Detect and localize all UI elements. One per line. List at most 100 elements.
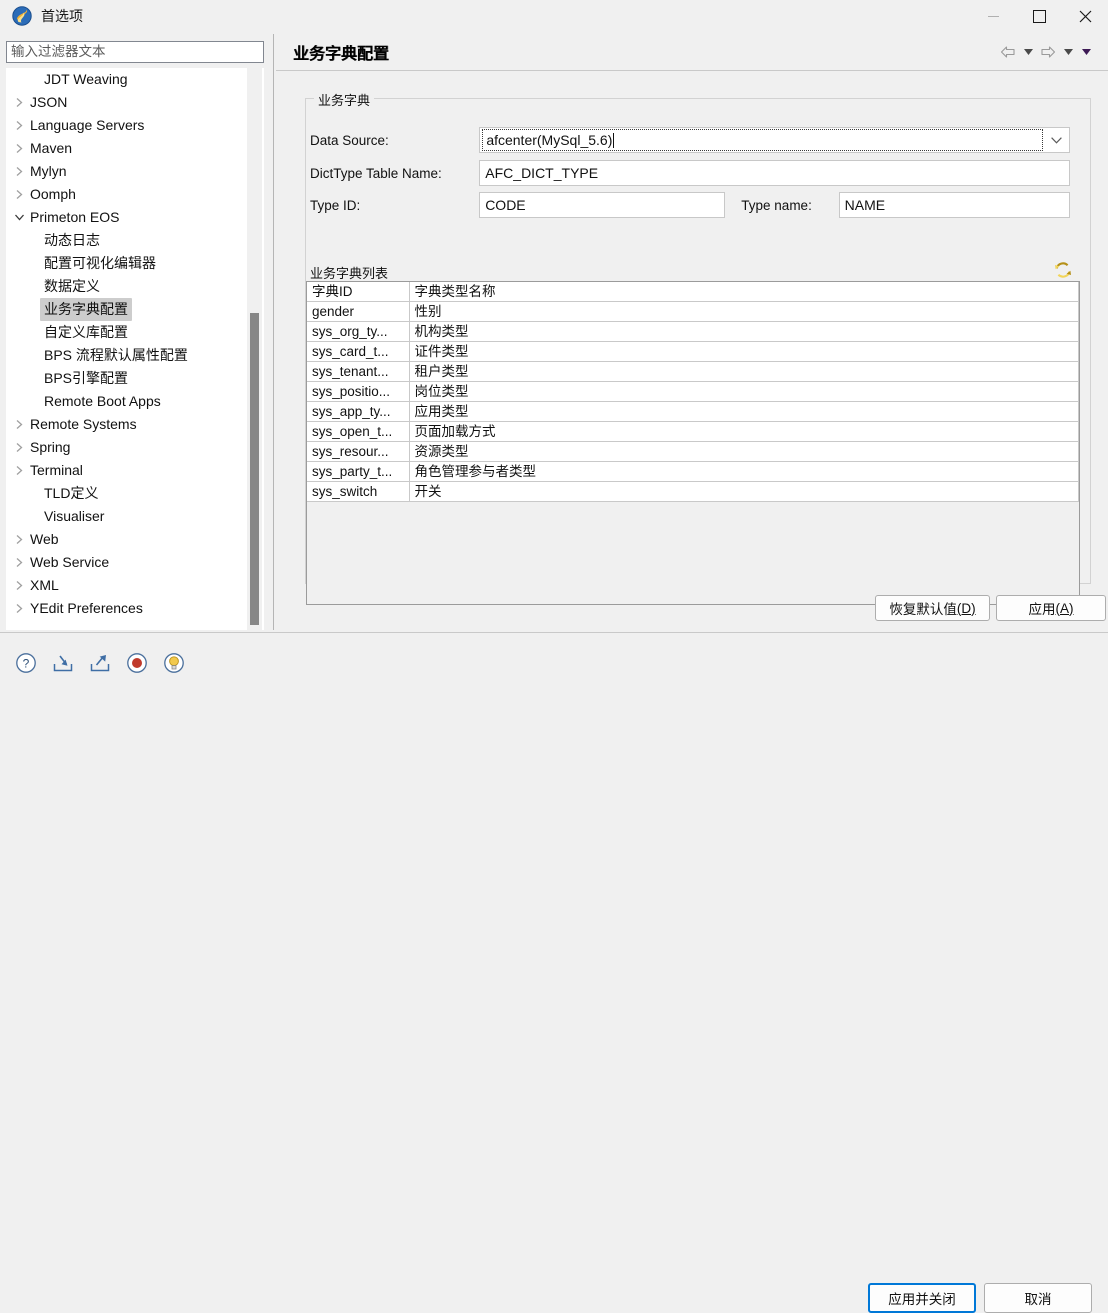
dicttype-table-field[interactable]: AFC_DICT_TYPE xyxy=(479,160,1070,186)
preference-page: 业务字典配置 业务字典 Dat xyxy=(276,34,1108,630)
sidebar-item-label: Language Servers xyxy=(26,116,148,135)
data-source-value[interactable]: afcenter(MySql_5.6) xyxy=(482,129,1043,151)
sidebar-item-label: JDT Weaving xyxy=(40,70,132,89)
record-icon[interactable] xyxy=(125,651,149,675)
chevron-right-icon[interactable] xyxy=(12,114,26,137)
back-history-chevron-down-icon[interactable] xyxy=(1020,41,1036,63)
chevron-right-icon[interactable] xyxy=(12,436,26,459)
table-row[interactable]: sys_app_ty...应用类型 xyxy=(307,402,1079,422)
svg-text:?: ? xyxy=(23,657,30,671)
sidebar-item[interactable]: YEdit Preferences xyxy=(6,597,264,620)
sidebar-item[interactable]: Maven xyxy=(6,137,264,160)
chevron-right-icon[interactable] xyxy=(12,413,26,436)
sidebar-item[interactable]: Oomph xyxy=(6,183,264,206)
sidebar-item[interactable]: BPS引擎配置 xyxy=(6,367,264,390)
sidebar-item[interactable]: BPS 流程默认属性配置 xyxy=(6,344,264,367)
restore-defaults-button[interactable]: 恢复默认值(D) xyxy=(875,595,990,621)
view-menu-chevron-down-icon[interactable] xyxy=(1078,41,1094,63)
table-row[interactable]: sys_switch开关 xyxy=(307,482,1079,502)
sidebar-item[interactable]: XML xyxy=(6,574,264,597)
sidebar-item-label: 配置可视化编辑器 xyxy=(40,252,160,275)
sidebar-item[interactable]: Language Servers xyxy=(6,114,264,137)
sidebar-item[interactable]: 动态日志 xyxy=(6,229,264,252)
chevron-right-icon[interactable] xyxy=(12,459,26,482)
sidebar-item[interactable]: Visualiser xyxy=(6,505,264,528)
table-row[interactable]: sys_card_t...证件类型 xyxy=(307,342,1079,362)
cancel-button[interactable]: 取消 xyxy=(984,1283,1092,1313)
tip-bulb-icon[interactable] xyxy=(162,651,186,675)
sidebar-item[interactable]: Terminal xyxy=(6,459,264,482)
sidebar-item[interactable]: Remote Boot Apps xyxy=(6,390,264,413)
tree-scrollbar-thumb[interactable] xyxy=(250,313,259,625)
forward-history-chevron-down-icon[interactable] xyxy=(1060,41,1076,63)
apply-and-close-button[interactable]: 应用并关闭 xyxy=(868,1283,976,1313)
sidebar-item-label: YEdit Preferences xyxy=(26,599,147,618)
sidebar-item[interactable]: TLD定义 xyxy=(6,482,264,505)
type-name-field[interactable]: NAME xyxy=(839,192,1070,218)
table-column-header[interactable]: 字典类型名称 xyxy=(409,282,1079,302)
sidebar-item[interactable]: JDT Weaving xyxy=(6,68,264,91)
sidebar-item[interactable]: 自定义库配置 xyxy=(6,321,264,344)
dicttype-table-label: DictType Table Name: xyxy=(310,166,479,181)
chevron-right-icon[interactable] xyxy=(12,574,26,597)
chevron-right-icon[interactable] xyxy=(12,551,26,574)
sidebar-item[interactable]: 业务字典配置 xyxy=(6,298,264,321)
chevron-right-icon[interactable] xyxy=(12,137,26,160)
table-cell: 证件类型 xyxy=(409,342,1079,362)
minimize-icon[interactable] xyxy=(970,0,1016,32)
table-cell: sys_tenant... xyxy=(307,362,409,382)
sidebar-item[interactable]: 数据定义 xyxy=(6,275,264,298)
sidebar-item[interactable]: Web xyxy=(6,528,264,551)
apply-button[interactable]: 应用(A) xyxy=(996,595,1106,621)
preferences-tree[interactable]: JDT Weaving JSON Language Servers MavenMyly… xyxy=(6,68,264,630)
close-icon[interactable] xyxy=(1062,0,1108,32)
table-cell: 资源类型 xyxy=(409,442,1079,462)
data-source-combo[interactable]: afcenter(MySql_5.6) xyxy=(479,127,1070,153)
sidebar-item[interactable]: 配置可视化编辑器 xyxy=(6,252,264,275)
data-source-chevron-down-icon[interactable] xyxy=(1043,137,1069,144)
table-row[interactable]: sys_org_ty...机构类型 xyxy=(307,322,1079,342)
table-row[interactable]: sys_positio...岗位类型 xyxy=(307,382,1079,402)
table-row[interactable]: sys_resour...资源类型 xyxy=(307,442,1079,462)
import-icon[interactable] xyxy=(51,651,75,675)
table-row[interactable]: sys_tenant...租户类型 xyxy=(307,362,1079,382)
table-row[interactable]: sys_party_t...角色管理参与者类型 xyxy=(307,462,1079,482)
type-id-field[interactable]: CODE xyxy=(479,192,725,218)
chevron-right-icon[interactable] xyxy=(12,597,26,620)
sidebar-item-label: 自定义库配置 xyxy=(40,321,132,344)
sidebar-item-label: Primeton EOS xyxy=(26,208,123,227)
table-column-header[interactable]: 字典ID xyxy=(307,282,409,302)
back-arrow-icon[interactable] xyxy=(998,41,1018,63)
chevron-down-icon[interactable] xyxy=(12,206,26,229)
table-cell: sys_card_t... xyxy=(307,342,409,362)
chevron-right-icon[interactable] xyxy=(12,183,26,206)
table-cell: sys_org_ty... xyxy=(307,322,409,342)
sidebar-item[interactable]: Remote Systems xyxy=(6,413,264,436)
sidebar-item[interactable]: JSON xyxy=(6,91,264,114)
sidebar-item[interactable]: Web Service xyxy=(6,551,264,574)
forward-arrow-icon[interactable] xyxy=(1038,41,1058,63)
sidebar-item[interactable]: Primeton EOS xyxy=(6,206,264,229)
restore-defaults-mnemonic: (D) xyxy=(957,601,976,616)
table-cell: sys_party_t... xyxy=(307,462,409,482)
sidebar-item[interactable]: Spring xyxy=(6,436,264,459)
dictionary-table-grid: 字典ID字典类型名称 gender性别sys_org_ty...机构类型sys_… xyxy=(307,282,1079,502)
apply-mnemonic: (A) xyxy=(1056,601,1074,616)
filter-box[interactable] xyxy=(6,41,264,63)
refresh-icon[interactable] xyxy=(1053,260,1073,280)
help-icon[interactable]: ? xyxy=(14,651,38,675)
window-titlebar: 首选项 xyxy=(0,0,1108,32)
maximize-icon[interactable] xyxy=(1016,0,1062,32)
chevron-right-icon[interactable] xyxy=(12,160,26,183)
export-icon[interactable] xyxy=(88,651,112,675)
table-cell: gender xyxy=(307,302,409,322)
data-source-text: afcenter(MySql_5.6) xyxy=(486,132,612,148)
dictionary-table[interactable]: 字典ID字典类型名称 gender性别sys_org_ty...机构类型sys_… xyxy=(306,281,1080,605)
search-input[interactable] xyxy=(7,42,263,62)
table-row[interactable]: sys_open_t...页面加载方式 xyxy=(307,422,1079,442)
chevron-right-icon[interactable] xyxy=(12,91,26,114)
table-body: gender性别sys_org_ty...机构类型sys_card_t...证件… xyxy=(307,302,1079,502)
table-row[interactable]: gender性别 xyxy=(307,302,1079,322)
sidebar-item[interactable]: Mylyn xyxy=(6,160,264,183)
chevron-right-icon[interactable] xyxy=(12,528,26,551)
